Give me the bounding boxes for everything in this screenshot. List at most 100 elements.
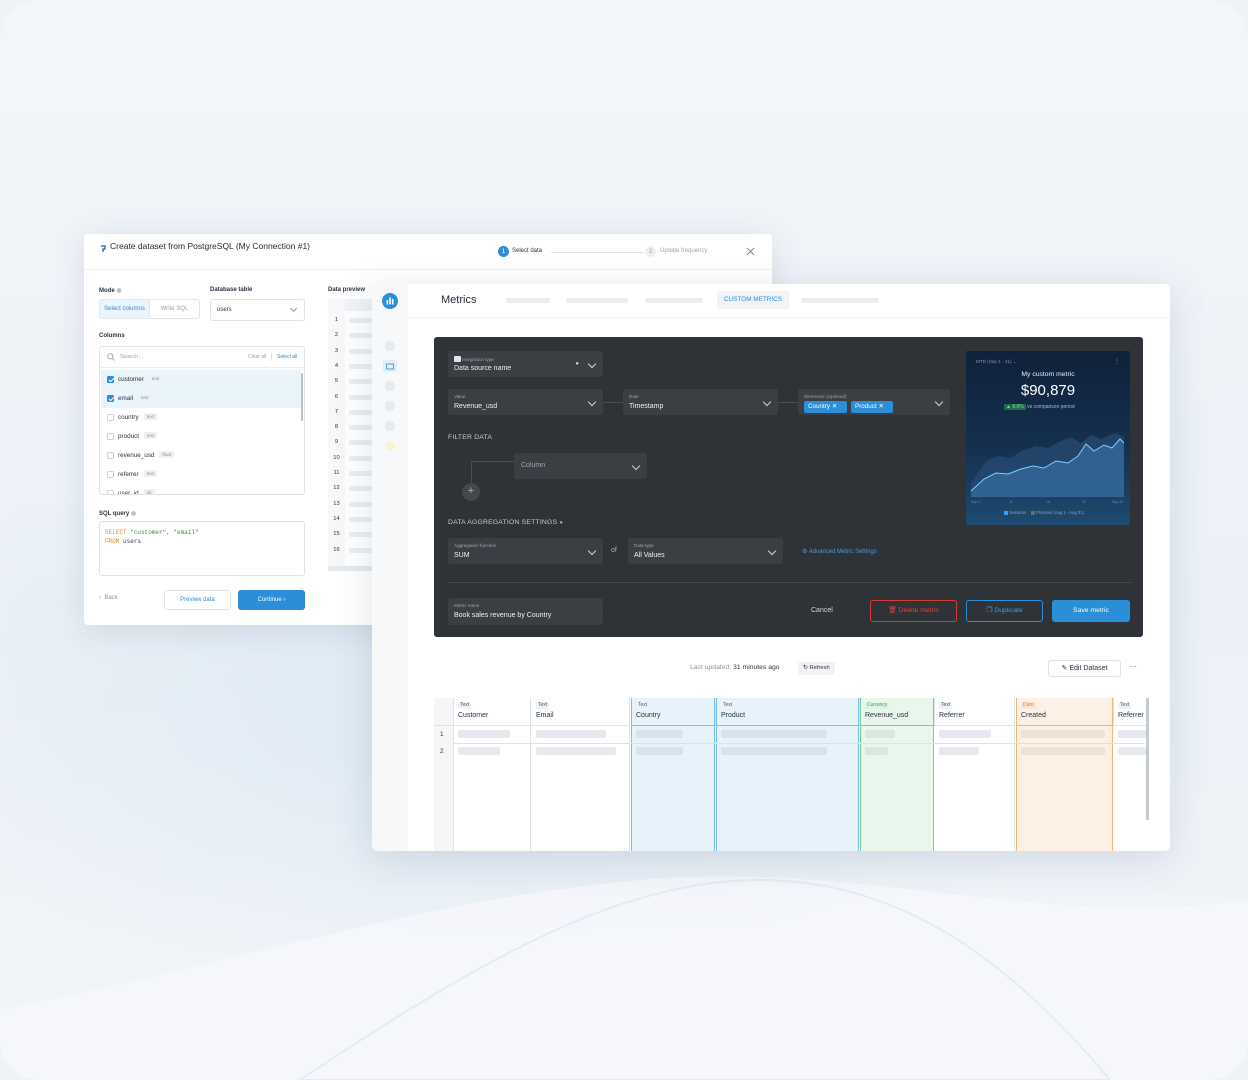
column-item-product[interactable]: product text [101,427,301,446]
table-column-country: Text Country [631,698,716,851]
nav-item[interactable] [385,341,395,351]
back-button[interactable]: ‹ Back [99,595,118,601]
continue-button[interactable]: Continue › [238,590,305,610]
column-header[interactable]: Text Email [532,698,630,726]
step-2-label[interactable]: Update frequency [660,248,707,254]
close-icon[interactable]: ✕ [832,403,837,410]
nav-item[interactable] [385,381,395,391]
duplicate-button[interactable]: ❐ Duplicate [966,600,1043,622]
column-header[interactable]: Text Referrer [935,698,1015,726]
preview-row-number: 11 [333,470,340,476]
more-options-button[interactable]: ··· [1129,662,1137,671]
column-item-customer[interactable]: customer text [101,370,301,389]
checkbox[interactable] [107,471,114,478]
period-selector[interactable]: MTD (Sep 1 - 31) ⌄ [976,359,1017,365]
nav-item[interactable] [385,441,395,451]
cell-placeholder [636,730,683,738]
date-select[interactable]: Date Timestamp [623,389,778,415]
tab-placeholder[interactable] [645,298,703,303]
cell-placeholder [349,348,372,354]
chip-country[interactable]: Country ✕ [804,401,847,413]
nav-item-metrics[interactable] [383,360,397,372]
preview-scrollbar[interactable] [328,566,372,571]
cell-placeholder [721,747,827,755]
column-item-email[interactable]: email text [101,389,301,408]
column-item-revenue-usd[interactable]: revenue_usd float [101,446,301,465]
column-header[interactable]: Text Country [632,698,716,726]
filter-data-label: FILTER DATA [448,434,493,441]
column-item-country[interactable]: country text [101,408,301,427]
step-2-number: 2 [645,246,656,257]
columns-scrollbar[interactable] [301,373,303,421]
tab-placeholder[interactable] [506,298,550,303]
cell-placeholder [349,455,372,461]
nav-item[interactable] [385,421,395,431]
refresh-button[interactable]: ↻ Refresh [798,662,835,675]
table-scrollbar[interactable] [1146,698,1149,820]
aggregation-function-select[interactable]: Aggregation function SUM [448,538,603,564]
tab-placeholder[interactable] [566,298,628,303]
close-icon[interactable]: ✕ [878,403,883,410]
cell-placeholder [349,394,372,400]
cell-placeholder [865,730,895,738]
integration-type-select[interactable]: Integration type Data source name ● [448,351,603,377]
columns-search-input[interactable]: Search... [120,354,143,360]
data-type-select[interactable]: Data type All Values [628,538,783,564]
select-all-link[interactable]: Select all [277,354,297,360]
app-logo[interactable] [382,293,398,309]
checkbox[interactable] [107,395,114,402]
edit-dataset-button[interactable]: ✎ Edit Dataset [1048,660,1121,677]
preview-row: 4 [328,359,372,374]
column-header[interactable]: Date Created [1017,698,1114,726]
trash-icon: 🗑 [888,607,897,614]
mode-write-sql[interactable]: Write SQL [149,300,199,318]
nav-item[interactable] [385,401,395,411]
column-item-referrer[interactable]: referrer text [101,465,301,484]
column-name: Created [1021,712,1046,719]
cell-placeholder [349,409,372,415]
preview-row-number: 2 [334,332,339,339]
comparison: ▲ 8.8% vs comparison period [1004,404,1075,410]
column-item-user-id[interactable]: user_id int [101,484,301,494]
clear-all-link[interactable]: Clear all [248,354,266,360]
sidebar [372,284,408,851]
column-header[interactable]: Currency Revenue_usd [861,698,935,726]
step-1-label[interactable]: Select data [512,248,542,254]
database-table-select[interactable]: users [210,299,305,321]
metrics-window: Metrics CUSTOM METRICS Integration type … [372,284,1170,851]
preview-row: 2 [328,328,372,343]
checkbox[interactable] [107,490,114,494]
delete-metric-button[interactable]: 🗑 Delete metric [870,600,957,622]
mode-select-columns[interactable]: Select columns [100,300,149,318]
cancel-button[interactable]: Cancel [811,607,833,614]
save-metric-button[interactable]: Save metric [1052,600,1130,622]
cell-placeholder [349,379,372,385]
tab-custom-metrics[interactable]: CUSTOM METRICS [717,291,789,309]
cell-placeholder [536,747,616,755]
column-header[interactable]: Text Product [717,698,860,726]
add-filter-button[interactable]: + [462,483,480,501]
filter-column-select[interactable]: Column [514,453,647,479]
metric-name-input[interactable]: Metric name Book sales revenue by Country [448,598,603,625]
column-name: Country [636,712,661,719]
dimension-select[interactable]: Dimension (optional) Country ✕ Product ✕ [798,389,950,415]
column-header[interactable]: Text Customer [454,698,531,726]
more-icon[interactable]: ⋮ [1114,358,1120,365]
checkbox[interactable] [107,433,114,440]
advanced-settings-link[interactable]: ⚙ Advanced Metric Settings [802,548,877,555]
close-icon[interactable] [746,247,755,256]
table-column-product: Text Product [716,698,860,851]
checkbox[interactable] [107,414,114,421]
preview-data-button[interactable]: Preview data [164,590,231,610]
sql-query-editor[interactable]: SELECT "customer", "email" FROM users [99,521,305,576]
chevron-down-icon [767,546,777,556]
tab-placeholder[interactable] [801,298,879,303]
value-select[interactable]: Value Revenue_usd [448,389,603,415]
column-header[interactable]: Text Referrer [1114,698,1149,726]
chip-product[interactable]: Product ✕ [851,401,893,413]
column-type-badge: Text [721,702,735,709]
checkbox[interactable] [107,452,114,459]
row-number: 1 [440,731,444,738]
checkbox[interactable] [107,376,114,383]
connector-line [778,402,798,403]
